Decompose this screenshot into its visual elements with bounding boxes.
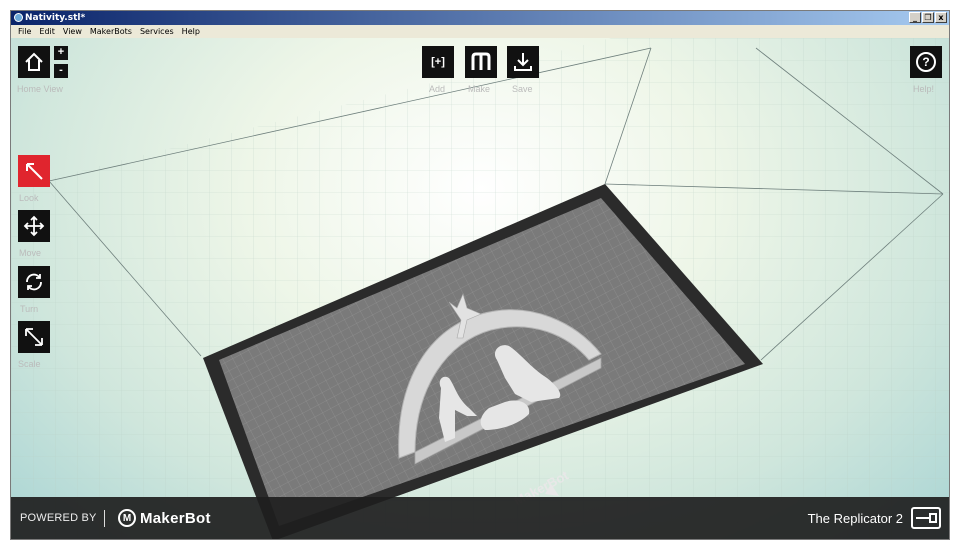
scale-diagonal-arrows-icon — [25, 328, 43, 346]
menu-file[interactable]: File — [14, 27, 35, 36]
help-button[interactable]: ? — [910, 46, 942, 78]
makerbot-m-icon — [471, 52, 491, 70]
menu-bar: File Edit View MakerBots Services Help — [11, 25, 949, 38]
look-tool-label: Look — [19, 193, 39, 203]
menu-view[interactable]: View — [59, 27, 86, 36]
zoom-out-button[interactable]: - — [54, 64, 68, 78]
home-view-label: Home View — [17, 84, 63, 94]
move-cross-arrows-icon — [23, 215, 45, 237]
footer-bar: POWERED BY M MakerBot The Replicator 2 — [11, 497, 949, 539]
download-icon — [514, 53, 532, 71]
make-button[interactable] — [465, 46, 497, 78]
add-icon: [+] — [431, 56, 445, 68]
look-tool-button[interactable] — [18, 155, 50, 187]
printer-connection-icon[interactable] — [911, 507, 941, 529]
build-volume-scene: MakerBot — [11, 38, 949, 539]
move-tool-button[interactable] — [18, 210, 50, 242]
usb-plug-icon — [916, 513, 937, 523]
makerbot-logo: M MakerBot — [118, 509, 211, 527]
window-controls: _ ❐ x — [909, 12, 947, 23]
zoom-in-button[interactable]: + — [54, 46, 68, 60]
home-icon — [25, 52, 43, 71]
help-question-icon: ? — [916, 52, 936, 72]
home-view-button[interactable] — [18, 46, 50, 78]
scale-tool-label: Scale — [18, 359, 41, 369]
look-arrow-icon — [26, 163, 43, 180]
menu-help[interactable]: Help — [178, 27, 204, 36]
add-label: Add — [429, 84, 446, 94]
menu-services[interactable]: Services — [136, 27, 178, 36]
turn-tool-label: Turn — [20, 304, 39, 314]
app-window: Nativity.stl* _ ❐ x File Edit View Maker… — [10, 10, 950, 540]
app-icon — [14, 13, 23, 22]
title-bar[interactable]: Nativity.stl* _ ❐ x — [11, 11, 949, 25]
restore-button[interactable]: ❐ — [922, 12, 934, 23]
window-title: Nativity.stl* — [25, 13, 86, 23]
menu-makerbots[interactable]: MakerBots — [86, 27, 136, 36]
help-label: Help! — [913, 84, 935, 94]
makerbot-logo-text: MakerBot — [140, 509, 211, 527]
save-button[interactable] — [507, 46, 539, 78]
move-tool-label: Move — [19, 248, 42, 258]
scale-tool-button[interactable] — [18, 321, 50, 353]
printer-name[interactable]: The Replicator 2 — [808, 511, 903, 526]
menu-edit[interactable]: Edit — [35, 27, 59, 36]
powered-by-text: POWERED BY — [20, 512, 97, 524]
save-label: Save — [512, 84, 533, 94]
footer-divider — [104, 510, 105, 527]
minimize-button[interactable]: _ — [909, 12, 921, 23]
makerbot-logo-icon: M — [118, 509, 136, 527]
rotate-icon — [26, 273, 42, 291]
make-label: Make — [468, 84, 491, 94]
add-button[interactable]: [+] — [422, 46, 454, 78]
close-button[interactable]: x — [935, 12, 947, 23]
turn-tool-button[interactable] — [18, 266, 50, 298]
3d-viewport[interactable]: MakerBot + - Home View Look Move Turn Sc… — [11, 38, 949, 539]
